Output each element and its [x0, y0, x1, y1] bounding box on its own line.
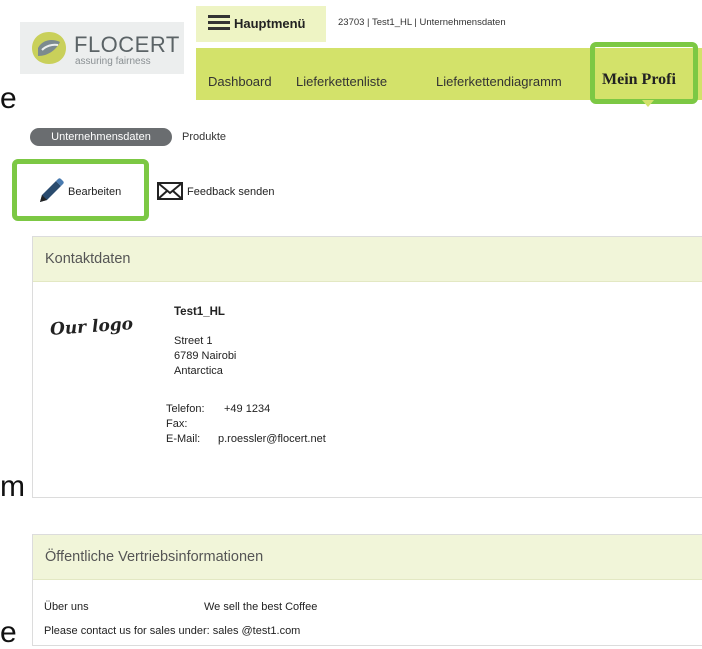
company-name: Test1_HL [174, 306, 225, 318]
about-us-value: We sell the best Coffee [204, 601, 318, 613]
nav-lieferkettenliste[interactable]: Lieferkettenliste [296, 74, 387, 89]
sales-contact-line: Please contact us for sales under: sales… [44, 625, 301, 637]
tab-unternehmensdaten[interactable]: Unternehmensdaten [30, 128, 172, 146]
breadcrumb: 23703 | Test1_HL | Unternehmensdaten [338, 17, 506, 28]
main-menu-label: Hauptmenü [234, 16, 306, 31]
address-city: 6789 Nairobi [174, 350, 237, 362]
main-menu-button[interactable]: Hauptmenü [196, 6, 326, 42]
nav-dashboard[interactable]: Dashboard [208, 74, 272, 89]
feedback-button[interactable]: Feedback senden [187, 186, 274, 198]
background-text-fragment: m [0, 470, 25, 503]
flocert-logo[interactable]: FLOCERT assuring fairness [20, 22, 184, 74]
pencil-icon [40, 178, 64, 202]
logo-wordmark: FLOCERT [74, 32, 180, 57]
address-country: Antarctica [174, 365, 223, 377]
email-value[interactable]: p.roessler@flocert.net [218, 433, 326, 445]
highlight-frame-profile [590, 42, 698, 104]
active-nav-pointer [642, 100, 654, 107]
fax-label: Fax: [166, 418, 188, 430]
contact-panel: Kontaktdaten [32, 236, 702, 498]
address-street: Street 1 [174, 335, 213, 347]
phone-value: +49 1234 [224, 403, 271, 415]
background-text-fragment: e [0, 82, 17, 115]
email-label: E-Mail: [166, 433, 201, 445]
nav-lieferkettendiagramm[interactable]: Lieferkettendiagramm [436, 74, 562, 89]
flocert-leaf-icon [32, 32, 66, 64]
phone-label: Telefon: [166, 403, 205, 415]
about-us-label: Über uns [44, 601, 89, 613]
logo-tagline: assuring fairness [75, 56, 151, 67]
hamburger-icon [208, 15, 230, 31]
contact-panel-title: Kontaktdaten [33, 237, 702, 282]
public-sales-panel-title: Öffentliche Vertriebsinformationen [33, 535, 702, 580]
edit-button[interactable]: Bearbeiten [36, 178, 134, 204]
edit-button-label: Bearbeiten [68, 186, 122, 198]
tab-produkte[interactable]: Produkte [182, 131, 226, 143]
envelope-icon[interactable] [157, 182, 183, 200]
